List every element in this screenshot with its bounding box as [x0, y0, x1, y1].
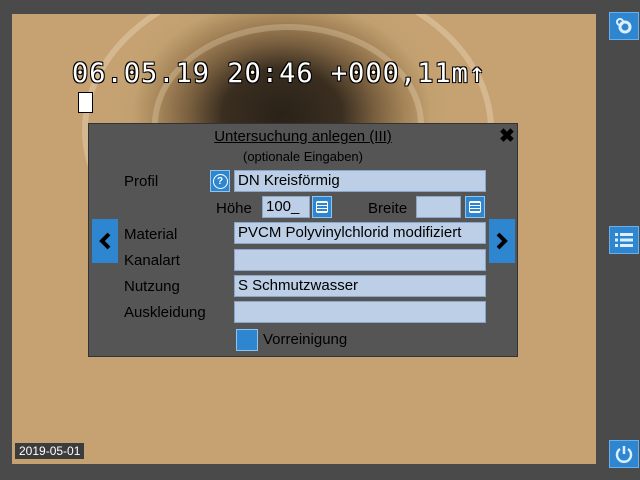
settings-button[interactable]: [609, 12, 639, 40]
power-button[interactable]: [609, 440, 639, 468]
profil-label: Profil: [124, 173, 159, 190]
dialog-title: Untersuchung anlegen (III): [214, 128, 392, 145]
hoehe-label: Höhe: [216, 200, 252, 217]
gear-icon: [616, 18, 632, 34]
chevron-right-icon: [496, 232, 508, 250]
chevron-left-icon: [99, 232, 111, 250]
material-field[interactable]: PVCM Polyvinylchlorid modifiziert: [234, 222, 486, 244]
kanalart-label: Kanalart: [124, 252, 180, 269]
osd-overlay-text: 06.05.19 20:46 +000,11m↑: [72, 58, 487, 89]
auskleidung-label: Auskleidung: [124, 304, 206, 321]
profil-field[interactable]: DN Kreisförmig: [234, 170, 486, 192]
material-label: Material: [124, 226, 178, 243]
vorreinigung-label: Vorreinigung: [263, 331, 348, 348]
nutzung-field[interactable]: S Schmutzwasser: [234, 275, 486, 297]
nutzung-label: Nutzung: [124, 278, 180, 295]
breite-field[interactable]: [416, 196, 461, 218]
dialog-subtitle: (optionale Eingaben): [243, 149, 363, 164]
next-page-button[interactable]: [489, 219, 515, 263]
keypad-icon: [316, 201, 328, 213]
breite-label: Breite: [368, 200, 408, 217]
breite-keypad-button[interactable]: [465, 196, 485, 218]
prev-page-button[interactable]: [92, 219, 118, 263]
kanalart-field[interactable]: [234, 249, 486, 271]
hoehe-field[interactable]: 100_: [262, 196, 310, 218]
create-inspection-dialog: Untersuchung anlegen (III) (optionale Ei…: [88, 123, 518, 357]
menu-button[interactable]: [609, 226, 639, 254]
date-badge: 2019-05-01: [15, 443, 85, 459]
list-icon: [615, 233, 633, 247]
profil-help-button[interactable]: ?: [210, 170, 230, 192]
vorreinigung-checkbox[interactable]: [236, 329, 258, 351]
auskleidung-field[interactable]: [234, 301, 486, 323]
hoehe-keypad-button[interactable]: [312, 196, 332, 218]
power-icon: [615, 446, 633, 463]
keypad-icon: [469, 201, 481, 213]
osd-cursor-block: [78, 92, 93, 113]
close-button[interactable]: ✖: [499, 125, 515, 148]
help-icon: ?: [212, 173, 228, 189]
